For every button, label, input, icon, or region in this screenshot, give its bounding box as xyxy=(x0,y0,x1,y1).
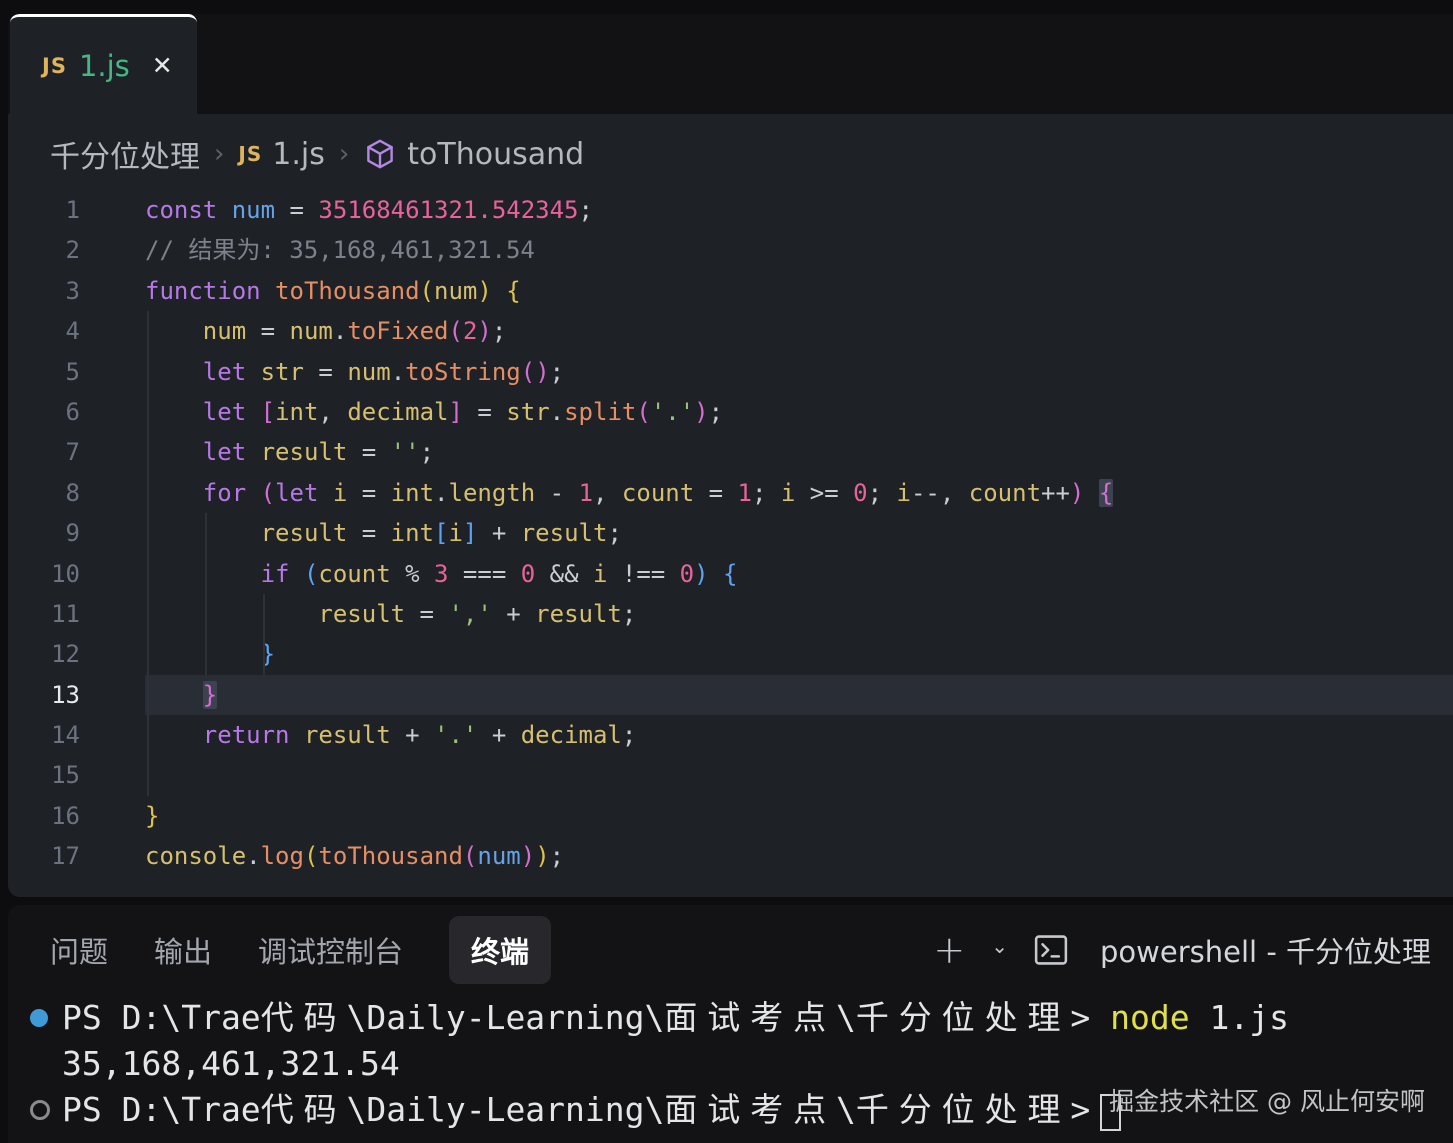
code-line[interactable]: 14 return result + '.' + decimal; xyxy=(8,715,1453,755)
new-terminal-icon[interactable]: + xyxy=(933,931,965,969)
line-number[interactable]: 3 xyxy=(8,271,80,311)
code-line[interactable]: 13 } xyxy=(8,675,1453,715)
line-number[interactable]: 2 xyxy=(8,230,80,270)
code-line-content: if (count % 3 === 0 && i !== 0) { xyxy=(145,554,1453,594)
code-line[interactable]: 10 if (count % 3 === 0 && i !== 0) { xyxy=(8,554,1453,594)
panel-header: 问题 输出 调试控制台 终端 + ⌄ powershell - 千分位处理 xyxy=(8,905,1453,995)
line-number[interactable]: 11 xyxy=(8,594,80,634)
tab-output[interactable]: 输出 xyxy=(154,929,212,971)
line-number[interactable]: 14 xyxy=(8,715,80,755)
line-number[interactable]: 8 xyxy=(8,473,80,513)
code-line[interactable]: 12 } xyxy=(8,634,1453,674)
code-line-content: console.log(toThousand(num)); xyxy=(145,836,1453,876)
code-line[interactable]: 9 result = int[i] + result; xyxy=(8,513,1453,553)
line-number[interactable]: 10 xyxy=(8,554,80,594)
breadcrumb: 千分位处理 › JS 1.js › toThousand xyxy=(8,114,1453,194)
breadcrumb-file[interactable]: 1.js xyxy=(272,137,325,172)
code-line[interactable]: 17 console.log(toThousand(num)); xyxy=(8,836,1453,876)
terminal-icon xyxy=(1034,934,1068,966)
code-line[interactable]: 6 let [int, decimal] = str.split('.'); xyxy=(8,392,1453,432)
code-line[interactable]: 15 xyxy=(8,755,1453,795)
indent-guide xyxy=(263,594,265,675)
chevron-right-icon: › xyxy=(214,139,224,169)
ide-window: JS 1.js ✕ 千分位处理 › JS 1.js › toThousand 1… xyxy=(0,0,1453,1143)
tab-file-name: 1.js xyxy=(79,49,130,83)
line-number[interactable]: 15 xyxy=(8,755,80,795)
tab-debug-console[interactable]: 调试控制台 xyxy=(258,929,403,971)
line-number[interactable]: 13 xyxy=(8,675,80,715)
terminal-line: PS D:\Trae代码\Daily-Learning\面试考点\千分位处理> … xyxy=(8,995,1453,1041)
code-line-content: function toThousand(num) { xyxy=(145,271,1453,311)
terminal-text: PS D:\Trae代码\Daily-Learning\面试考点\千分位处理> … xyxy=(62,995,1289,1041)
code-line-content: let result = ''; xyxy=(145,432,1453,472)
code-line-content: } xyxy=(145,796,1453,836)
code-line-content: result = ',' + result; xyxy=(145,594,1453,634)
code-line[interactable]: 1 const num = 35168461321.542345; xyxy=(8,190,1453,230)
code-line[interactable]: 3 function toThousand(num) { xyxy=(8,271,1453,311)
terminal-line: 35,168,461,321.54 xyxy=(8,1041,1453,1087)
code-line-content: const num = 35168461321.542345; xyxy=(145,190,1453,230)
code-line[interactable]: 8 for (let i = int.length - 1, count = 1… xyxy=(8,473,1453,513)
code-line-content: // 结果为: 35,168,461,321.54 xyxy=(145,230,1453,270)
indent-guide xyxy=(205,513,207,675)
panel-header-right: + ⌄ powershell - 千分位处理 xyxy=(933,905,1431,995)
tab-problems[interactable]: 问题 xyxy=(50,929,108,971)
terminal-text: PS D:\Trae代码\Daily-Learning\面试考点\千分位处理> xyxy=(62,1087,1121,1133)
code-line-content: return result + '.' + decimal; xyxy=(145,715,1453,755)
line-number[interactable]: 16 xyxy=(8,796,80,836)
breadcrumb-symbol[interactable]: toThousand xyxy=(407,137,584,172)
close-icon[interactable]: ✕ xyxy=(152,51,173,80)
line-number[interactable]: 5 xyxy=(8,352,80,392)
panel-tabs: 问题 输出 调试控制台 终端 xyxy=(8,916,551,984)
code-line-content: let [int, decimal] = str.split('.'); xyxy=(145,392,1453,432)
line-number[interactable]: 6 xyxy=(8,392,80,432)
code-line-content: let str = num.toString(); xyxy=(145,352,1453,392)
line-number[interactable]: 9 xyxy=(8,513,80,553)
code-line[interactable]: 4 num = num.toFixed(2); xyxy=(8,311,1453,351)
line-number[interactable]: 1 xyxy=(8,190,80,230)
watermark: 掘金技术社区 @ 风止何安啊 xyxy=(1109,1082,1425,1118)
code-line-content: num = num.toFixed(2); xyxy=(145,311,1453,351)
line-number[interactable]: 7 xyxy=(8,432,80,472)
tab-1js[interactable]: JS 1.js ✕ xyxy=(10,14,197,114)
code-line[interactable]: 11 result = ',' + result; xyxy=(8,594,1453,634)
terminal-running-ring-icon xyxy=(30,1087,62,1133)
javascript-file-icon: JS xyxy=(42,54,67,78)
code-line[interactable]: 16} xyxy=(8,796,1453,836)
code-line-content xyxy=(145,755,1453,795)
code-line-content: result = int[i] + result; xyxy=(145,513,1453,553)
terminal-indent xyxy=(30,1041,62,1087)
terminal-session-title[interactable]: powershell - 千分位处理 xyxy=(1100,929,1431,971)
code-line-content: } xyxy=(145,675,1453,715)
breadcrumb-folder[interactable]: 千分位处理 xyxy=(50,132,200,176)
code-line[interactable]: 7 let result = ''; xyxy=(8,432,1453,472)
line-number[interactable]: 4 xyxy=(8,311,80,351)
line-number[interactable]: 12 xyxy=(8,634,80,674)
tab-terminal[interactable]: 终端 xyxy=(449,916,551,984)
indent-guide xyxy=(147,311,149,796)
terminal-text: 35,168,461,321.54 xyxy=(62,1041,400,1087)
cube-icon xyxy=(363,137,397,171)
chevron-down-icon[interactable]: ⌄ xyxy=(991,934,1008,958)
code-line-content: } xyxy=(145,634,1453,674)
code-line[interactable]: 5 let str = num.toString(); xyxy=(8,352,1453,392)
chevron-right-icon: › xyxy=(339,139,349,169)
code-line-content: for (let i = int.length - 1, count = 1; … xyxy=(145,473,1453,513)
code-editor[interactable]: 1 const num = 35168461321.542345; 2 // 结果为:… xyxy=(8,190,1453,877)
editor-area: JS 1.js ✕ 千分位处理 › JS 1.js › toThousand 1… xyxy=(8,14,1453,897)
terminal-output[interactable]: PS D:\Trae代码\Daily-Learning\面试考点\千分位处理> … xyxy=(8,995,1453,1143)
tab-bar: JS 1.js ✕ xyxy=(8,14,1453,114)
line-number[interactable]: 17 xyxy=(8,836,80,876)
javascript-file-icon: JS xyxy=(238,142,262,166)
terminal-success-dot-icon xyxy=(30,995,62,1041)
code-line[interactable]: 2 // 结果为: 35,168,461,321.54 xyxy=(8,230,1453,270)
